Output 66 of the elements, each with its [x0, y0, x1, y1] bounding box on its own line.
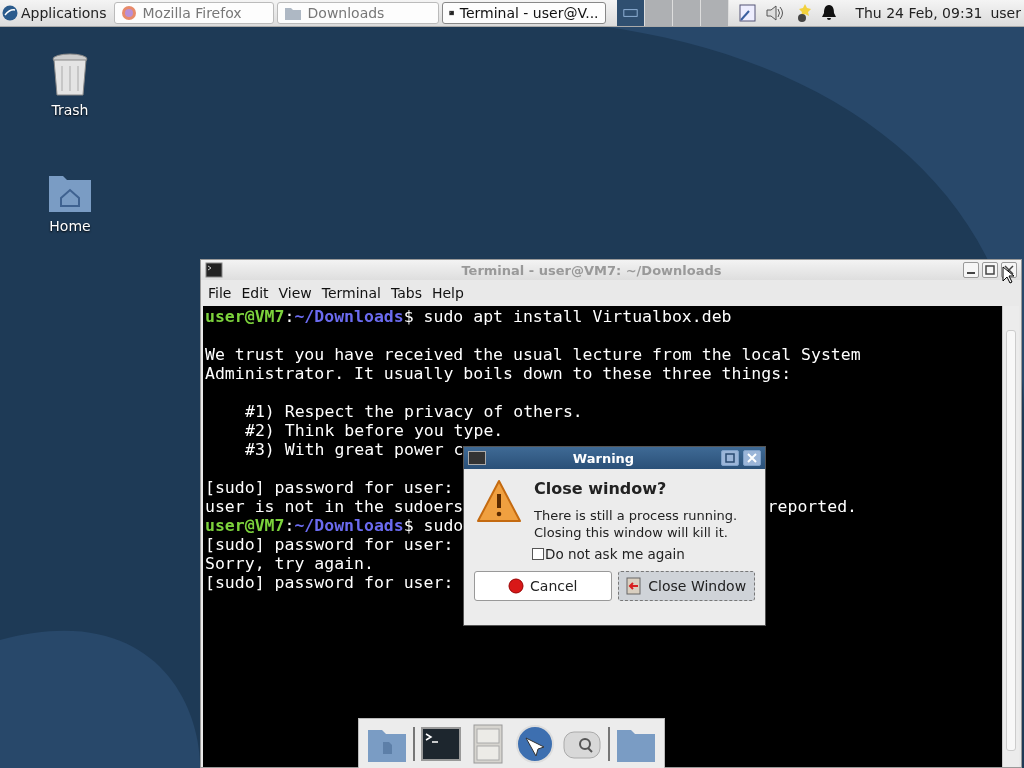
taskbar-button[interactable]: Mozilla Firefox [113, 2, 274, 24]
maximize-icon [725, 453, 735, 463]
menu-logo-icon [2, 5, 18, 21]
menu-item[interactable]: Terminal [316, 285, 386, 301]
maximize-icon [985, 265, 995, 275]
scrollbar[interactable] [1002, 306, 1019, 767]
taskbar-button[interactable]: Terminal - user@V... [441, 2, 606, 24]
window-title: Terminal - user@VM7: ~/Downloads [460, 262, 723, 278]
terminal-text: #2) Think before you type. [244, 421, 504, 440]
dialog-title: Warning [571, 450, 636, 466]
terminal-text: Administrator. It usually boils down to these three things: [205, 364, 792, 383]
menu-item[interactable]: File [203, 285, 237, 301]
scrollbar-thumb[interactable] [1006, 330, 1016, 751]
folder-icon [283, 5, 302, 21]
trash-icon[interactable] [50, 52, 90, 98]
terminal-icon [205, 262, 223, 278]
terminal-text: $ sudo apt install Virtualbox.deb [403, 307, 732, 326]
terminal-text: #3) With great power c [244, 440, 464, 459]
volume-icon[interactable] [765, 4, 786, 22]
warning-icon [476, 479, 522, 523]
applications-menu[interactable]: Applications [0, 1, 111, 25]
terminal-text: #1) Respect the privacy of others. [244, 402, 583, 421]
terminal-text: user is not in the sudoers [205, 497, 464, 516]
terminal-text: : [284, 307, 295, 326]
prompt-path: ~/Downloads [294, 516, 404, 535]
user-menu[interactable]: user [990, 5, 1021, 21]
desktop-icon-label[interactable]: Trash [51, 102, 89, 118]
terminal-text: $ sudo [403, 516, 464, 535]
terminal-text: : [284, 516, 295, 535]
terminal-text: [sudo] password for user: [205, 573, 455, 592]
dialog-message: Closing this window will kill it. [534, 525, 729, 540]
close-window-button[interactable]: Close Window [617, 571, 755, 601]
close-icon [1004, 265, 1014, 275]
terminal-text: reported. [767, 497, 857, 516]
globe-icon[interactable] [514, 723, 557, 764]
menu-item[interactable]: Tabs [385, 285, 427, 301]
checkbox-label[interactable]: Do not ask me again [545, 546, 685, 562]
close-icon [747, 453, 757, 463]
mouse-pointer-icon [1002, 266, 1014, 284]
dialog-heading: Close window? [534, 479, 668, 498]
terminal-text: We trust you have received the usual lecture from the local System [205, 345, 861, 364]
clock[interactable]: Thu 24 Feb, 09:31 [855, 5, 983, 21]
maximize-button[interactable] [721, 450, 739, 466]
minimize-button[interactable] [963, 262, 979, 278]
bell-icon[interactable] [821, 4, 838, 22]
checkbox[interactable] [532, 548, 544, 560]
stop-icon [508, 578, 525, 594]
taskbar-button[interactable]: Downloads [276, 2, 439, 24]
prompt-user: user@VM7 [205, 307, 285, 326]
terminal-text: [sudo] password for user: [205, 535, 454, 554]
prompt-user: user@VM7 [205, 516, 285, 535]
terminal-icon [468, 451, 486, 465]
window-thumbnail-icon [622, 8, 638, 18]
maximize-button[interactable] [982, 262, 998, 278]
cancel-button[interactable]: Cancel [474, 571, 612, 601]
desktop-icon-label[interactable]: Home [49, 218, 91, 234]
terminal-text: [sudo] password for user: [205, 478, 454, 497]
dialog-message: There is still a process running. [534, 508, 738, 523]
prompt-path: ~/Downloads [294, 307, 404, 326]
workspace-button[interactable] [616, 0, 645, 26]
exit-door-icon [626, 577, 643, 595]
menu-item[interactable]: View [273, 285, 317, 301]
browser-icon [120, 5, 137, 21]
menu-item[interactable]: Help [426, 285, 469, 301]
menu-item[interactable]: Edit [236, 285, 274, 301]
terminal-text: Sorry, try again. [205, 554, 374, 573]
